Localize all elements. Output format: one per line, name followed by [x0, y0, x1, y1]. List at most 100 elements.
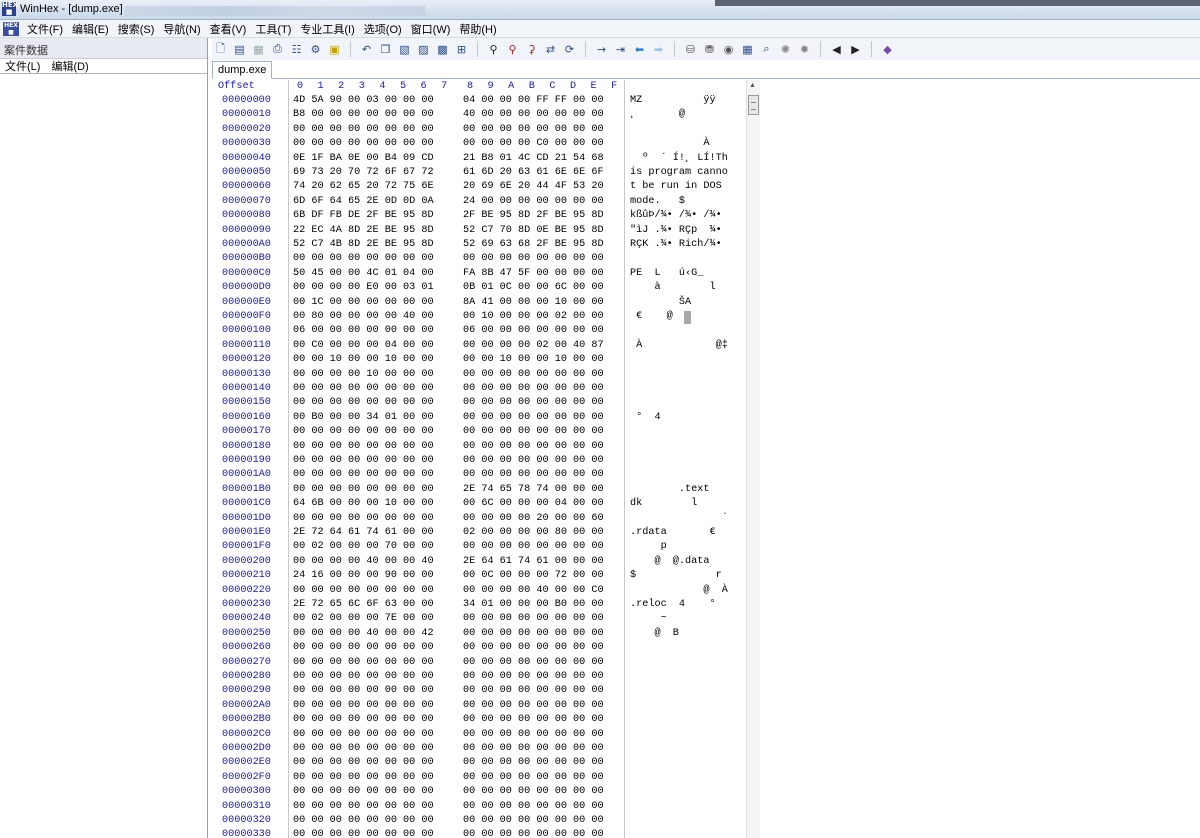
- goto-sector-icon[interactable]: ⇥: [612, 41, 629, 57]
- hex-row-offset[interactable]: 00000270: [222, 657, 271, 668]
- hex-row-ascii[interactable]: ŠA: [630, 297, 691, 308]
- hex-row-ascii[interactable]: t be run in DOS: [630, 181, 728, 192]
- menu-view[interactable]: 查看(V): [206, 21, 252, 37]
- menu-help[interactable]: 帮助(H): [455, 21, 501, 37]
- hex-row-ascii[interactable]: PE L ú‹G_: [630, 268, 703, 279]
- hex-row-bytes-low[interactable]: 00 00 00 00 E0 00 03 01: [293, 282, 434, 293]
- disk-editor-icon[interactable]: ⛃: [701, 41, 718, 57]
- vertical-scrollbar[interactable]: ▲: [746, 80, 760, 838]
- hex-row-bytes-low[interactable]: 00 00 00 00 00 00 00 00: [293, 657, 434, 668]
- hex-row-ascii[interactable]: à l: [630, 282, 715, 293]
- hex-row-bytes-low[interactable]: 2E 72 64 61 74 61 00 00: [293, 527, 434, 538]
- hex-row-bytes-low[interactable]: 69 73 20 70 72 6F 67 72: [293, 167, 434, 178]
- hex-row-offset[interactable]: 000001E0: [222, 527, 271, 538]
- hex-row-bytes-high[interactable]: 00 00 00 00 00 00 00 00: [463, 124, 604, 135]
- hex-row-offset[interactable]: 000002D0: [222, 743, 271, 754]
- hex-row-bytes-high[interactable]: 00 6C 00 00 00 04 00 00: [463, 498, 604, 509]
- menu-tools[interactable]: 工具(T): [251, 21, 296, 37]
- tab-dump-exe[interactable]: dump.exe: [212, 61, 273, 79]
- hex-row-ascii[interactable]: ~: [630, 613, 667, 624]
- hex-row-offset[interactable]: 000002A0: [222, 700, 271, 711]
- hex-row-bytes-low[interactable]: 00 00 00 00 10 00 00 00: [293, 369, 434, 380]
- hex-row-offset[interactable]: 00000280: [222, 671, 271, 682]
- menu-options[interactable]: 选项(O): [360, 21, 407, 37]
- hex-row-bytes-high[interactable]: 0B 01 0C 00 00 6C 00 00: [463, 282, 604, 293]
- scroll-up-arrow-icon[interactable]: ▲: [749, 82, 756, 89]
- hex-row-bytes-high[interactable]: 00 00 00 00 00 00 00 00: [463, 714, 604, 725]
- hex-row-bytes-high[interactable]: 2F BE 95 8D 2F BE 95 8D: [463, 210, 604, 221]
- hex-row-offset[interactable]: 00000000: [222, 95, 271, 106]
- hex-row-bytes-low[interactable]: 00 00 00 00 00 00 00 00: [293, 383, 434, 394]
- hex-row-bytes-low[interactable]: 00 00 00 00 00 00 00 00: [293, 714, 434, 725]
- hex-row-bytes-low[interactable]: 00 00 00 00 00 00 00 00: [293, 484, 434, 495]
- hex-row-bytes-high[interactable]: 02 00 00 00 00 80 00 00: [463, 527, 604, 538]
- hex-row-offset[interactable]: 00000200: [222, 556, 271, 567]
- hex-row-bytes-high[interactable]: 52 69 63 68 2F BE 95 8D: [463, 239, 604, 250]
- hex-row-offset[interactable]: 00000070: [222, 196, 271, 207]
- hex-row-bytes-low[interactable]: 00 00 00 00 00 00 00 00: [293, 743, 434, 754]
- hex-row-bytes-low[interactable]: 00 00 00 00 00 00 00 00: [293, 642, 434, 653]
- replace-hex-icon[interactable]: ⇄: [542, 41, 559, 57]
- back-icon[interactable]: ⬅: [631, 41, 648, 57]
- hex-row-offset[interactable]: 000001B0: [222, 484, 271, 495]
- hex-row-bytes-high[interactable]: 00 00 00 00 00 00 00 00: [463, 743, 604, 754]
- hex-row-bytes-high[interactable]: 00 00 00 00 00 00 00 00: [463, 628, 604, 639]
- hex-row-bytes-low[interactable]: 00 00 00 00 00 00 00 00: [293, 138, 434, 149]
- menu-file[interactable]: 文件(F): [23, 21, 68, 37]
- hex-row-ascii[interactable]: @ B: [630, 628, 678, 639]
- save-icon[interactable]: ▦: [250, 41, 267, 57]
- scrollbar-thumb[interactable]: [748, 95, 759, 115]
- hex-row-offset[interactable]: 00000160: [222, 412, 271, 423]
- hex-row-offset[interactable]: 00000210: [222, 570, 271, 581]
- hex-row-bytes-low[interactable]: 00 00 00 00 00 00 00 00: [293, 700, 434, 711]
- hex-row-ascii[interactable]: À: [630, 138, 709, 149]
- hex-row-bytes-low[interactable]: 00 00 00 00 00 00 00 00: [293, 253, 434, 264]
- hex-row-bytes-low[interactable]: 00 00 00 00 00 00 00 00: [293, 729, 434, 740]
- hex-row-bytes-high[interactable]: 00 00 00 00 00 00 00 00: [463, 455, 604, 466]
- hex-row-bytes-low[interactable]: 6D 6F 64 65 2E 0D 0D 0A: [293, 196, 434, 207]
- hex-row-bytes-low[interactable]: 00 02 00 00 00 70 00 00: [293, 541, 434, 552]
- hex-row-bytes-high[interactable]: 52 C7 70 8D 0E BE 95 8D: [463, 225, 604, 236]
- hex-row-bytes-low[interactable]: 00 00 00 00 00 00 00 00: [293, 455, 434, 466]
- hex-row-offset[interactable]: 000002C0: [222, 729, 271, 740]
- hex-row-bytes-high[interactable]: 00 00 00 00 00 00 00 00: [463, 815, 604, 826]
- hex-row-offset[interactable]: 000001A0: [222, 469, 271, 480]
- hex-row-offset[interactable]: 00000040: [222, 153, 271, 164]
- hex-row-bytes-high[interactable]: 00 00 00 00 00 00 00 00: [463, 786, 604, 797]
- hex-row-ascii[interactable]: º ´ Í!¸ LÍ!Th: [630, 153, 728, 164]
- paste-icon[interactable]: ▨: [415, 41, 432, 57]
- hex-row-bytes-high[interactable]: 00 00 00 00 00 00 00 00: [463, 829, 604, 838]
- hex-row-ascii[interactable]: kßûÞ/¾• /¾• /¾•: [630, 210, 722, 221]
- hex-row-offset[interactable]: 00000110: [222, 340, 271, 351]
- search-disk-icon[interactable]: ⌕: [758, 41, 775, 57]
- hex-row-offset[interactable]: 00000010: [222, 109, 271, 120]
- hex-row-bytes-low[interactable]: 00 00 00 00 00 00 00 00: [293, 786, 434, 797]
- hex-row-bytes-low[interactable]: 00 00 00 00 00 00 00 00: [293, 671, 434, 682]
- hex-row-bytes-high[interactable]: 21 B8 01 4C CD 21 54 68: [463, 153, 604, 164]
- hex-row-ascii[interactable]: À @‡: [630, 340, 728, 351]
- hex-row-bytes-high[interactable]: 61 6D 20 63 61 6E 6E 6F: [463, 167, 604, 178]
- hex-row-bytes-low[interactable]: 00 00 00 00 00 00 00 00: [293, 801, 434, 812]
- open-file-icon[interactable]: ▤: [231, 41, 248, 57]
- hex-row-bytes-high[interactable]: 00 00 00 00 00 00 00 00: [463, 397, 604, 408]
- hex-row-bytes-high[interactable]: FA 8B 47 5F 00 00 00 00: [463, 268, 604, 279]
- properties-icon[interactable]: ☷: [288, 41, 305, 57]
- hex-row-bytes-high[interactable]: 04 00 00 00 FF FF 00 00: [463, 95, 604, 106]
- case-menu-file[interactable]: 文件(L): [0, 58, 46, 74]
- hex-row-ascii[interactable]: .reloc 4 °: [630, 599, 716, 610]
- hex-row-offset[interactable]: 00000060: [222, 181, 271, 192]
- copy-icon[interactable]: ❐: [377, 41, 394, 57]
- hex-row-offset[interactable]: 00000020: [222, 124, 271, 135]
- print-icon[interactable]: ⎙: [269, 41, 286, 57]
- hex-row-bytes-low[interactable]: 00 00 00 00 40 00 00 40: [293, 556, 434, 567]
- hex-row-bytes-high[interactable]: 00 00 00 00 00 00 00 00: [463, 772, 604, 783]
- hex-row-ascii[interactable]: "ìJ .¾• RÇp ¾•: [630, 225, 722, 236]
- hex-row-bytes-high[interactable]: 00 00 00 00 00 00 00 00: [463, 729, 604, 740]
- hex-row-bytes-low[interactable]: 74 20 62 65 20 72 75 6E: [293, 181, 434, 192]
- hex-row-ascii[interactable]: `: [630, 513, 728, 524]
- hex-row-ascii[interactable]: @ À: [630, 585, 727, 596]
- hex-row-bytes-high[interactable]: 00 00 00 00 00 00 00 00: [463, 671, 604, 682]
- hex-row-offset[interactable]: 00000250: [222, 628, 271, 639]
- hex-row-bytes-low[interactable]: 00 00 00 00 00 00 00 00: [293, 513, 434, 524]
- hex-row-bytes-low[interactable]: 0E 1F BA 0E 00 B4 09 CD: [293, 153, 434, 164]
